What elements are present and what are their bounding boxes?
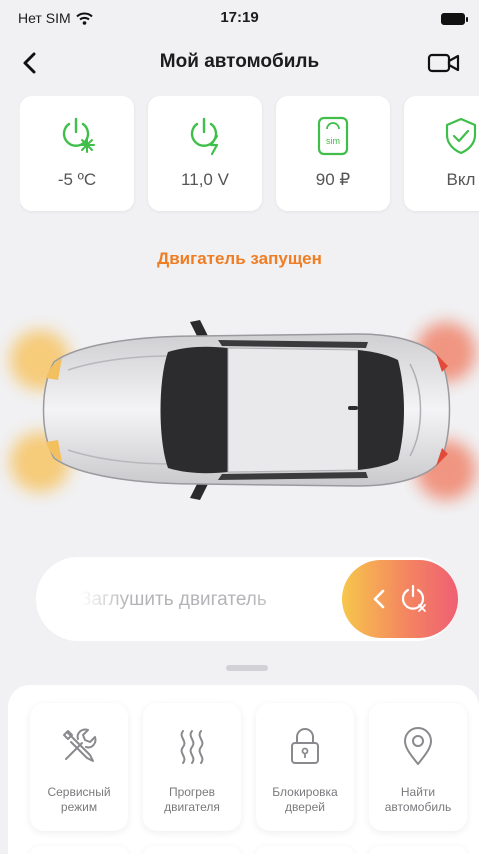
door-lock-label: Блокировка дверей	[272, 785, 338, 814]
status-bar: Нет SIM 17:19	[0, 0, 479, 36]
door-lock-button[interactable]: Блокировка дверей	[256, 703, 354, 831]
engine-warmup-label: Прогрев двигателя	[164, 785, 220, 814]
security-card[interactable]: Вкл	[404, 96, 479, 211]
video-camera-icon	[427, 53, 460, 73]
camera-button[interactable]	[427, 50, 461, 76]
heat-waves-icon	[180, 730, 204, 764]
temperature-card[interactable]: -5 ºC	[20, 96, 134, 211]
status-cards-row[interactable]: -5 ºC 11,0 V sim 90 ₽ Вкл	[20, 96, 479, 214]
svg-text:sim: sim	[326, 136, 340, 146]
power-snowflake-icon	[62, 117, 95, 153]
page-title: Мой автомобиль	[159, 51, 320, 72]
service-mode-button[interactable]: Сервисный режим	[30, 703, 128, 831]
sheet-grabber[interactable]	[226, 665, 268, 671]
map-pin-icon	[404, 727, 432, 765]
chevron-left-icon	[373, 589, 385, 609]
shield-check-icon	[445, 117, 477, 155]
car-image	[10, 300, 476, 520]
engine-status-text: Двигатель запущен	[157, 249, 322, 268]
temperature-value: -5 ºC	[57, 170, 97, 189]
balance-value: 90 ₽	[315, 170, 351, 189]
car-top-view	[42, 320, 451, 500]
slider-label: Заглушить двигатель	[80, 589, 267, 610]
action-card-peek	[256, 846, 354, 854]
engine-warmup-button[interactable]: Прогрев двигателя	[143, 703, 241, 831]
power-bolt-icon	[190, 117, 219, 156]
slider-knob[interactable]	[342, 560, 458, 638]
wrench-screwdriver-icon	[63, 728, 97, 762]
action-card-peek	[369, 846, 467, 854]
status-time: 17:19	[220, 9, 259, 26]
action-card-peek	[30, 846, 128, 854]
action-card-peek	[143, 846, 241, 854]
battery-icon	[441, 13, 468, 25]
voltage-value: 11,0 V	[181, 170, 229, 189]
balance-card[interactable]: sim 90 ₽	[276, 96, 390, 211]
power-off-icon	[401, 584, 426, 612]
security-value: Вкл	[446, 170, 476, 189]
find-car-button[interactable]: Найти автомобиль	[369, 703, 467, 831]
voltage-card[interactable]: 11,0 V	[148, 96, 262, 211]
stop-engine-slider[interactable]: Заглушить двигатель	[36, 557, 458, 641]
sim-card-icon: sim	[317, 116, 349, 156]
service-mode-label: Сервисный режим	[47, 785, 111, 814]
padlock-icon	[291, 728, 319, 764]
nav-bar: Мой автомобиль	[0, 40, 479, 84]
find-car-label: Найти автомобиль	[384, 785, 452, 814]
